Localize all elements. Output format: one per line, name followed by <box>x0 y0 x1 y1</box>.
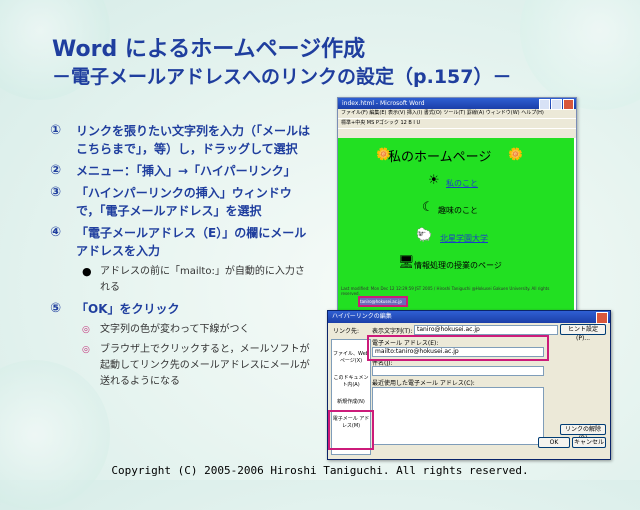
email-sidebar-highlight <box>328 410 374 450</box>
step-number: ① <box>50 123 62 138</box>
steps-list: ① リンクを張りたい文字列を入力（「メールはこちらまで」，等）し，ドラッグして選… <box>50 122 312 394</box>
display-text-input[interactable]: taniro@hokusei.ac.jp <box>414 325 558 335</box>
circle-bullet-icon: ◎ <box>82 345 90 355</box>
recent-emails-label: 最近使用した電子メール アドレス(C): <box>372 380 475 387</box>
class-page-text: 情報処理の授業のページ <box>414 261 502 270</box>
note-text: 文字列の色が変わって下線がつく <box>100 324 250 335</box>
hobby-text: 趣味のこと <box>438 206 478 215</box>
step-number: ② <box>50 163 62 178</box>
flower-icon: 🌼 <box>508 147 523 161</box>
computer-icon: 🖥 <box>398 255 415 270</box>
email-field-highlight <box>367 335 549 361</box>
step-5-note: ◎ ブラウザ上でクリックすると，メールソフトが起動してリンク先のメールアドレスに… <box>82 342 312 390</box>
word-title-bar: index.html - Microsoft Word <box>338 98 576 110</box>
word-document: 🌼 私のホームページ 🌼 ☀ 私のこと ☾ 趣味のこと 🐑 北星学園大学 🖥 情… <box>338 138 574 310</box>
step-4-note: ● アドレスの前に「mailto:」が自動的に入力される <box>82 264 312 296</box>
copyright-text: Copyright (C) 2005-2006 Hiroshi Taniguch… <box>111 464 529 477</box>
link-to-label: リンク先: <box>333 328 360 335</box>
step-1: ① リンクを張りたい文字列を入力（「メールはこちらまで」，等）し，ドラッグして選… <box>50 122 312 158</box>
hyperlink-dialog-screenshot: ハイパーリンクの編集 リンク先: 表示文字列(T): taniro@hokuse… <box>327 310 611 460</box>
title-line-1: Word によるホームページ作成 <box>52 37 366 62</box>
note-text: アドレスの前に「mailto:」が自動的に入力される <box>100 266 305 293</box>
link-about-me[interactable]: 私のこと <box>446 178 478 189</box>
step-text: 「ハインパーリンクの挿入」ウィンドウで，「電子メールアドレス」を選択 <box>76 186 292 218</box>
slide-title: Word によるホームページ作成 －電子メールアドレスへのリンクの設定（p.15… <box>52 36 612 90</box>
moon-icon: ☾ <box>422 200 434 215</box>
screen-tip-button[interactable]: ヒント設定(P)... <box>560 324 606 342</box>
step-number: ③ <box>50 185 62 200</box>
ok-button[interactable]: OK <box>538 437 570 448</box>
step-2: ② メニュー：「挿入」→「ハイパーリンク」 <box>50 162 312 180</box>
link-university[interactable]: 北星学園大学 <box>440 233 488 244</box>
home-page-title: 私のホームページ <box>388 150 492 165</box>
note-text: ブラウザ上でクリックすると，メールソフトが起動してリンク先のメールアドレスにメー… <box>100 344 310 387</box>
word-menu-bar[interactable]: ファイル(F) 編集(E) 表示(V) 挿入(I) 書式(O) ツール(T) 罫… <box>338 109 576 118</box>
selected-email-text[interactable]: taniro@hokusei.ac.jp <box>358 296 408 307</box>
title-line-2: －電子メールアドレスへのリンクの設定（p.157）－ <box>52 66 512 88</box>
step-number: ⑤ <box>50 301 62 316</box>
step-5: ⑤ 「OK」をクリック <box>50 300 312 318</box>
sidebar-item-file-web[interactable]: ファイル、Web ページ(X) <box>332 350 370 364</box>
word-format-toolbar[interactable] <box>338 128 576 138</box>
word-window-screenshot: index.html - Microsoft Word ファイル(F) 編集(E… <box>337 97 577 314</box>
sun-icon: ☀ <box>428 173 440 188</box>
subject-input[interactable] <box>372 366 544 376</box>
step-text: 「電子メールアドレス（E）」の欄にメールアドレスを入力 <box>76 226 307 258</box>
step-text: 「OK」をクリック <box>76 302 180 316</box>
sheep-icon: 🐑 <box>416 228 433 243</box>
dialog-title: ハイパーリンクの編集 <box>332 313 392 320</box>
circle-bullet-icon: ◎ <box>82 325 90 335</box>
close-icon[interactable] <box>563 99 574 110</box>
step-5-note: ◎ 文字列の色が変わって下線がつく <box>82 322 312 338</box>
word-window-title: index.html - Microsoft Word <box>342 100 425 107</box>
bullet-icon: ● <box>82 265 92 278</box>
step-4: ④ 「電子メールアドレス（E）」の欄にメールアドレスを入力 <box>50 224 312 260</box>
word-toolbar[interactable]: 標準+中央 MS Pゴシック 12 B I U <box>338 118 576 128</box>
page-footer: Last modified: Mon Dec 12 12:29:59 JST 2… <box>341 286 550 296</box>
window-controls <box>539 99 574 110</box>
step-text: メニュー：「挿入」→「ハイパーリンク」 <box>76 164 296 178</box>
minimize-icon[interactable] <box>539 99 550 110</box>
dialog-title-bar: ハイパーリンクの編集 <box>328 311 610 324</box>
close-icon[interactable] <box>596 312 608 324</box>
maximize-icon[interactable] <box>551 99 562 110</box>
step-text: リンクを張りたい文字列を入力（「メールはこちらまで」，等）し，ドラッグして選択 <box>76 124 311 156</box>
step-3: ③ 「ハインパーリンクの挿入」ウィンドウで，「電子メールアドレス」を選択 <box>50 184 312 220</box>
cancel-button[interactable]: キャンセル <box>572 437 606 448</box>
step-number: ④ <box>50 225 62 240</box>
sidebar-item-this-document[interactable]: このドキュメント内(A) <box>332 374 370 388</box>
recent-emails-list[interactable] <box>372 387 544 445</box>
display-text-label: 表示文字列(T): <box>372 328 413 335</box>
remove-link-button[interactable]: リンクの解除(R) <box>560 424 606 442</box>
sidebar-item-new-document[interactable]: 新規作成(N) <box>332 398 370 405</box>
